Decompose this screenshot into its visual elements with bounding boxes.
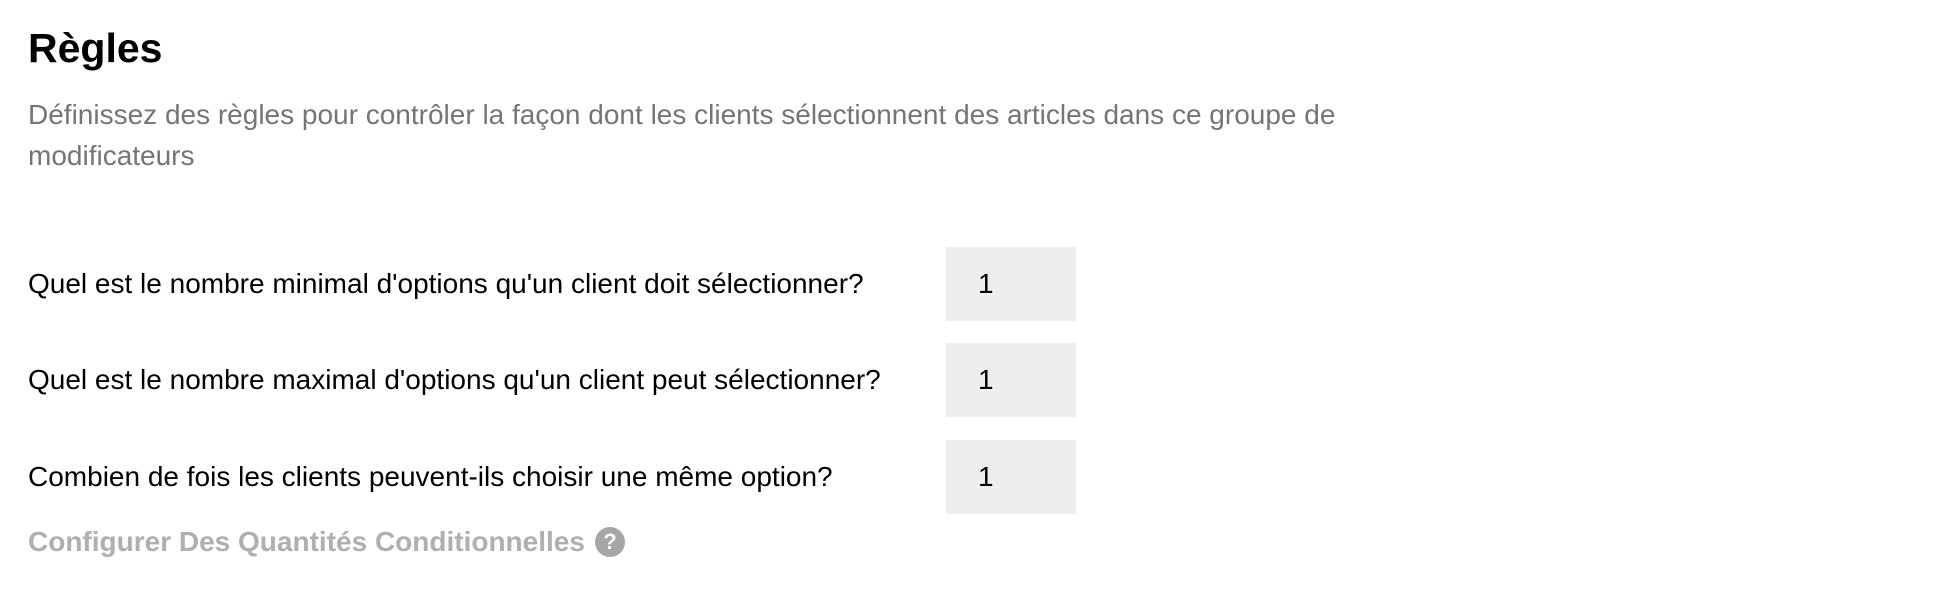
rules-section: Règles Définissez des règles pour contrô… (0, 0, 1936, 612)
rule-label-min-options: Quel est le nombre minimal d'options qu'… (28, 268, 864, 299)
rule-label-same-option-repeat: Combien de fois les clients peuvent-ils … (28, 461, 833, 492)
rule-row-min-options: Quel est le nombre minimal d'options qu'… (28, 247, 1076, 321)
rule-row-max-options: Quel est le nombre maximal d'options qu'… (28, 343, 1076, 417)
max-options-input[interactable] (946, 343, 1076, 417)
configure-conditional-quantities-link[interactable]: Configurer Des Quantités Conditionnelles… (28, 524, 625, 560)
rule-label-max-options: Quel est le nombre maximal d'options qu'… (28, 364, 881, 395)
rule-row-same-option-repeat: Combien de fois les clients peuvent-ils … (28, 440, 1076, 514)
same-option-repeat-input[interactable] (946, 440, 1076, 514)
question-circle-icon[interactable]: ? (594, 527, 625, 557)
section-title: Règles (28, 25, 163, 71)
configure-conditional-quantities-label: Configurer Des Quantités Conditionnelles (28, 526, 585, 557)
min-options-input[interactable] (946, 247, 1076, 321)
section-description: Définissez des règles pour contrôler la … (28, 99, 1336, 171)
